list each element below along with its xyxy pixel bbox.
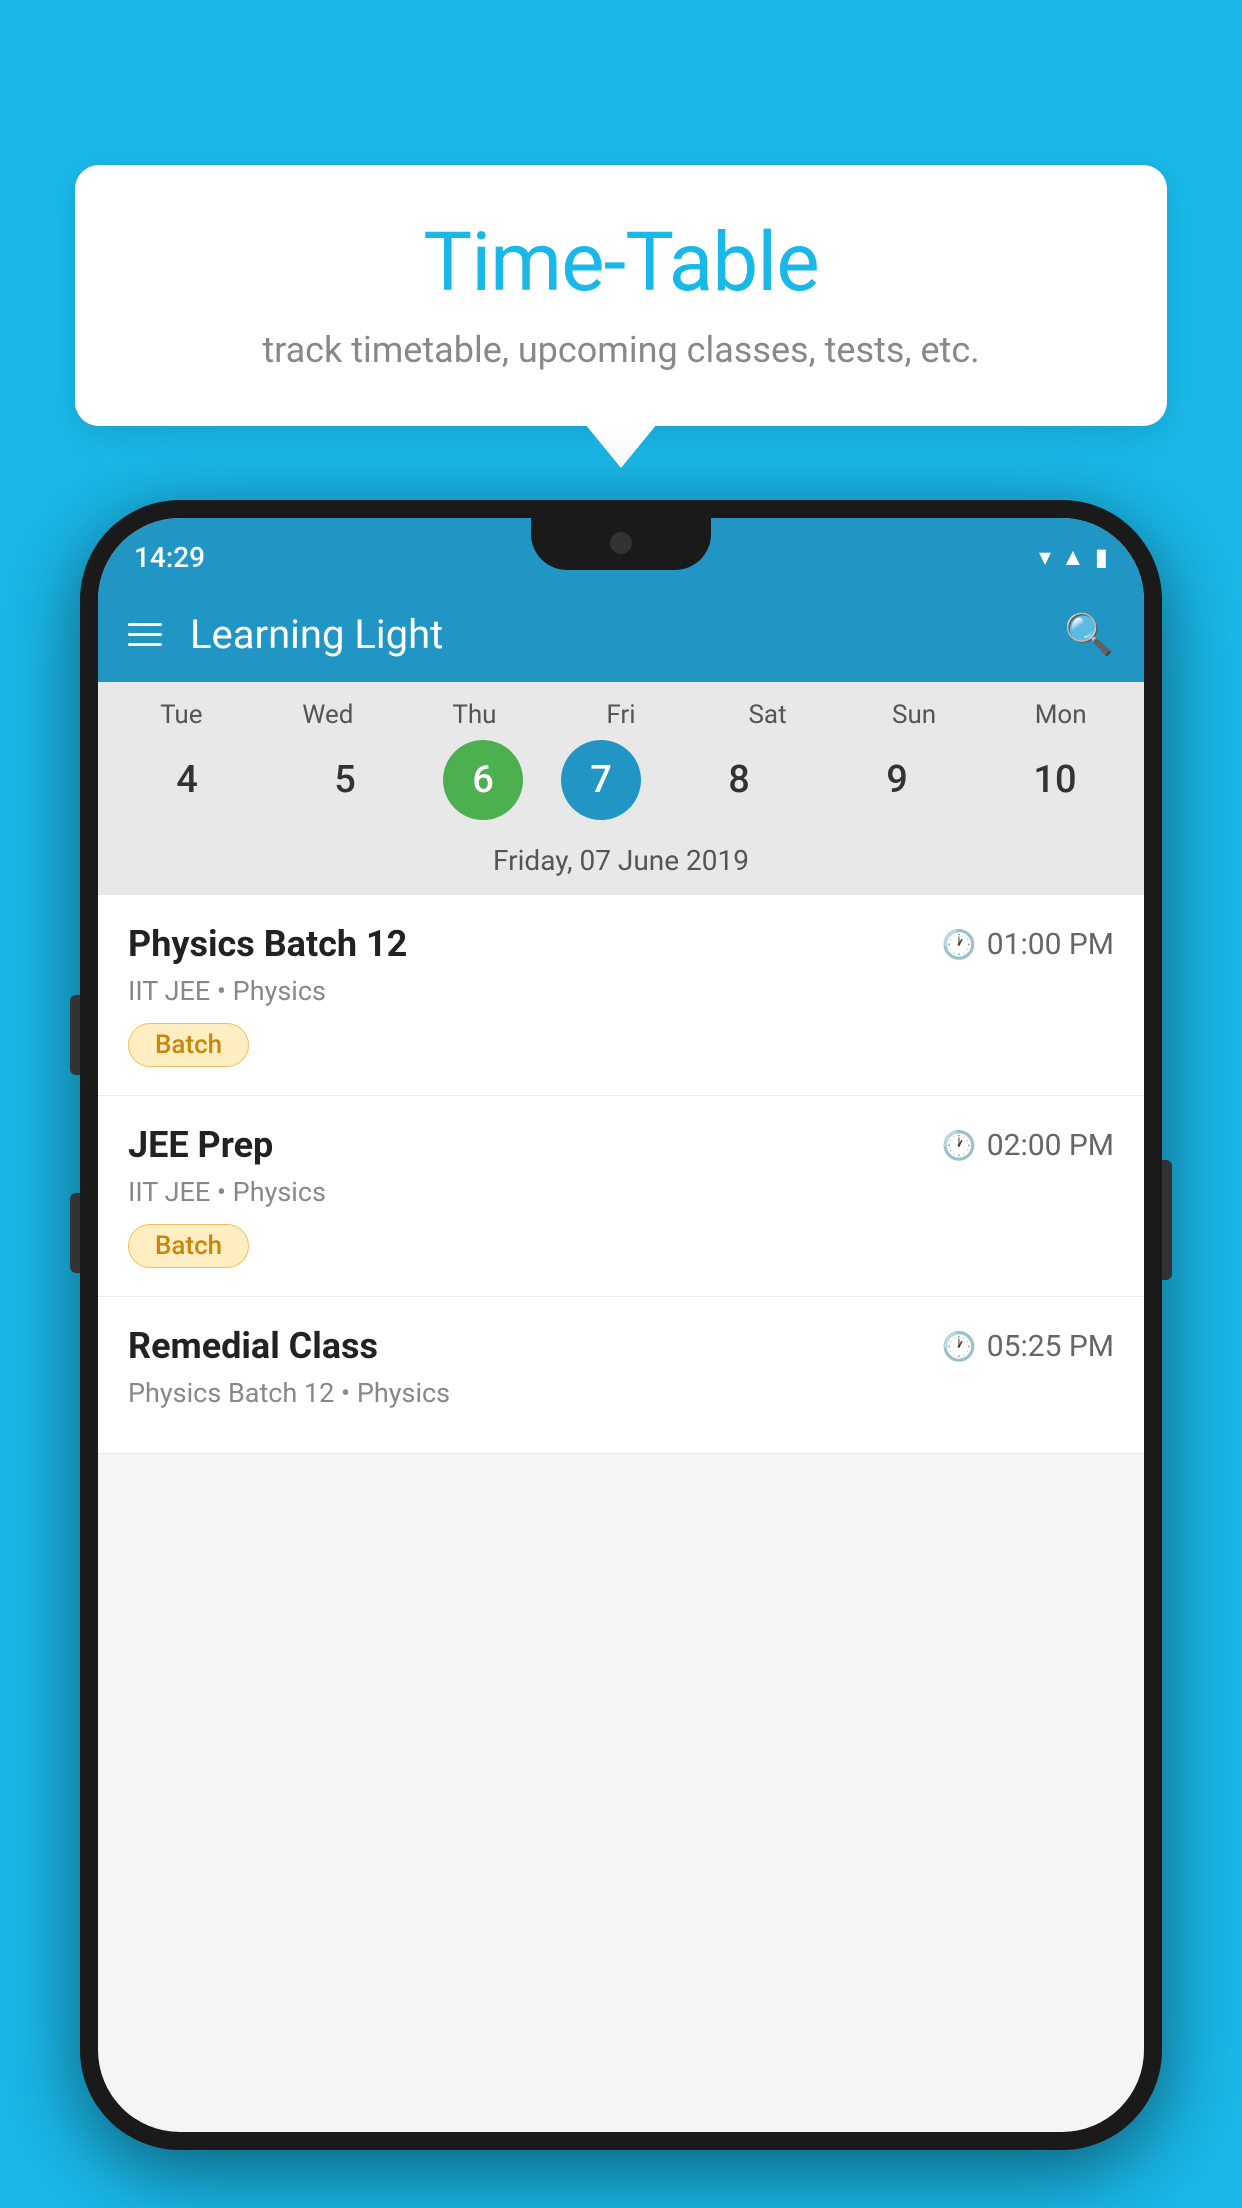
schedule-item-1[interactable]: Physics Batch 12 🕐 01:00 PM IIT JEE • Ph…	[98, 895, 1144, 1096]
phone-mockup: 14:29 ▾ ▲ ▮ Learning Light 🔍	[80, 500, 1162, 2208]
search-icon[interactable]: 🔍	[1064, 611, 1114, 658]
day-header-fri: Fri	[561, 700, 681, 730]
app-bar: Learning Light 🔍	[98, 586, 1144, 682]
phone-outer: 14:29 ▾ ▲ ▮ Learning Light 🔍	[80, 500, 1162, 2150]
wifi-icon: ▾	[1039, 543, 1051, 571]
schedule-item-3-name: Remedial Class	[128, 1325, 378, 1367]
day-9[interactable]: 9	[837, 740, 957, 820]
phone-screen: 14:29 ▾ ▲ ▮ Learning Light 🔍	[98, 518, 1144, 2132]
day-header-sat: Sat	[708, 700, 828, 730]
calendar-strip: Tue Wed Thu Fri Sat Sun Mon 4 5 6 7 8 9 …	[98, 682, 1144, 895]
status-time: 14:29	[134, 541, 205, 574]
schedule-item-1-meta: IIT JEE • Physics	[128, 975, 1114, 1007]
schedule-item-1-time: 🕐 01:00 PM	[942, 927, 1114, 962]
day-6-today[interactable]: 6	[443, 740, 523, 820]
status-icons: ▾ ▲ ▮	[1039, 543, 1108, 572]
schedule-item-2[interactable]: JEE Prep 🕐 02:00 PM IIT JEE • Physics Ba…	[98, 1096, 1144, 1297]
day-header-tue: Tue	[121, 700, 241, 730]
tooltip-subtitle: track timetable, upcoming classes, tests…	[135, 329, 1107, 371]
day-header-mon: Mon	[1001, 700, 1121, 730]
tooltip-card: Time-Table track timetable, upcoming cla…	[75, 165, 1167, 426]
battery-icon: ▮	[1095, 543, 1108, 571]
clock-icon-1: 🕐	[942, 928, 977, 961]
day-4[interactable]: 4	[127, 740, 247, 820]
schedule-item-2-time: 🕐 02:00 PM	[942, 1128, 1114, 1163]
day-7-selected[interactable]: 7	[561, 740, 641, 820]
volume-up-button	[70, 1193, 80, 1273]
signal-icon: ▲	[1061, 543, 1085, 572]
schedule-list: Physics Batch 12 🕐 01:00 PM IIT JEE • Ph…	[98, 895, 1144, 1454]
app-title: Learning Light	[190, 611, 1064, 658]
tooltip-title: Time-Table	[135, 215, 1107, 311]
schedule-item-3-time: 🕐 05:25 PM	[942, 1329, 1114, 1364]
schedule-item-2-name: JEE Prep	[128, 1124, 273, 1166]
schedule-item-3-top: Remedial Class 🕐 05:25 PM	[128, 1325, 1114, 1367]
selected-date-label: Friday, 07 June 2019	[98, 834, 1144, 895]
day-header-thu: Thu	[414, 700, 534, 730]
clock-icon-3: 🕐	[942, 1330, 977, 1363]
clock-icon-2: 🕐	[942, 1129, 977, 1162]
batch-badge-2: Batch	[128, 1224, 249, 1268]
schedule-item-3[interactable]: Remedial Class 🕐 05:25 PM Physics Batch …	[98, 1297, 1144, 1454]
power-button	[70, 995, 80, 1075]
day-headers: Tue Wed Thu Fri Sat Sun Mon	[98, 700, 1144, 730]
menu-button[interactable]	[128, 623, 162, 646]
day-8[interactable]: 8	[679, 740, 799, 820]
day-header-sun: Sun	[854, 700, 974, 730]
front-camera	[610, 532, 632, 554]
schedule-item-1-name: Physics Batch 12	[128, 923, 407, 965]
schedule-item-1-top: Physics Batch 12 🕐 01:00 PM	[128, 923, 1114, 965]
day-10[interactable]: 10	[995, 740, 1115, 820]
phone-notch	[531, 518, 711, 570]
volume-button	[1162, 1160, 1172, 1280]
day-numbers: 4 5 6 7 8 9 10	[98, 740, 1144, 820]
day-header-wed: Wed	[268, 700, 388, 730]
schedule-item-3-meta: Physics Batch 12 • Physics	[128, 1377, 1114, 1409]
schedule-item-2-top: JEE Prep 🕐 02:00 PM	[128, 1124, 1114, 1166]
schedule-item-2-meta: IIT JEE • Physics	[128, 1176, 1114, 1208]
day-5[interactable]: 5	[285, 740, 405, 820]
batch-badge-1: Batch	[128, 1023, 249, 1067]
